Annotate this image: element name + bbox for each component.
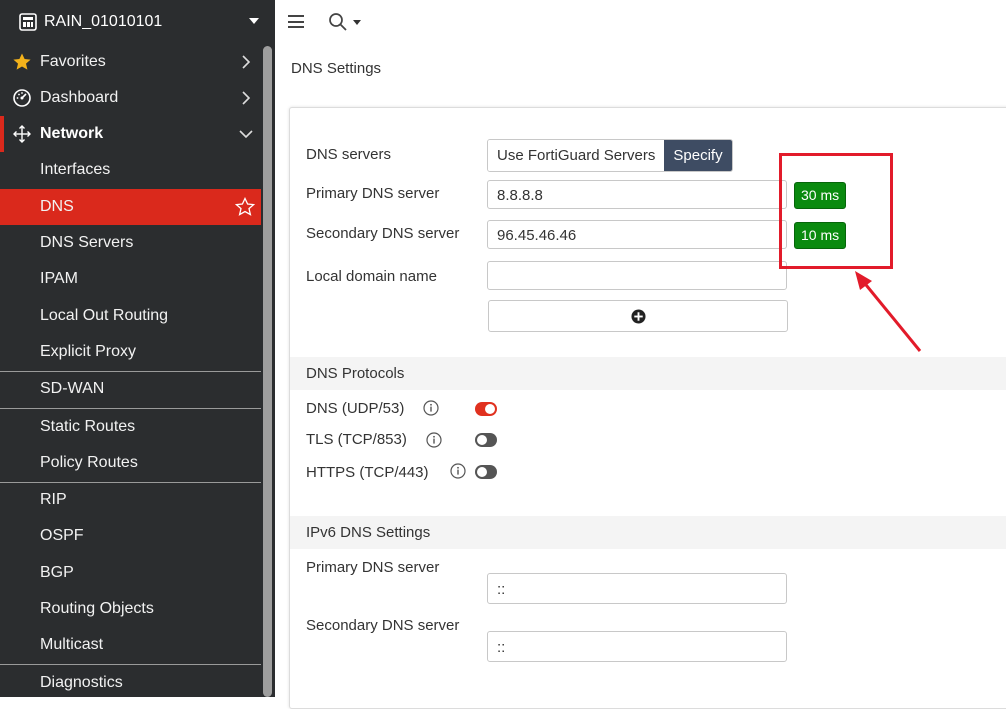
search-icon[interactable] bbox=[328, 12, 348, 32]
sidebar-item-label: Static Routes bbox=[40, 418, 136, 435]
sidebar-item-policy-routes[interactable]: Policy Routes bbox=[0, 445, 261, 481]
chevron-right-icon bbox=[242, 91, 251, 105]
sidebar-item-routing-objects[interactable]: Routing Objects bbox=[0, 591, 261, 627]
sidebar-item-label: Routing Objects bbox=[40, 600, 154, 617]
sidebar-item-favorites[interactable]: Favorites bbox=[0, 44, 261, 80]
sidebar-item-rip[interactable]: RIP bbox=[0, 482, 261, 518]
protocol-label-dns: DNS (UDP/53) bbox=[306, 400, 405, 417]
info-icon[interactable] bbox=[450, 463, 466, 479]
sidebar-item-label: DNS bbox=[40, 198, 74, 215]
section-title: DNS Protocols bbox=[306, 365, 405, 382]
device-name: RAIN_01010101 bbox=[44, 13, 163, 30]
section-title: IPv6 DNS Settings bbox=[306, 524, 431, 541]
secondary-dns-label: Secondary DNS server bbox=[306, 225, 460, 242]
info-icon[interactable] bbox=[426, 432, 442, 448]
sidebar-item-label: Favorites bbox=[40, 53, 106, 70]
chevron-down-icon bbox=[239, 130, 253, 139]
protocol-label-https: HTTPS (TCP/443) bbox=[306, 464, 429, 481]
sidebar-item-label: Local Out Routing bbox=[40, 307, 169, 324]
menu-toggle-icon[interactable] bbox=[288, 15, 304, 28]
ipv6-secondary-dns-input[interactable]: :: bbox=[487, 631, 787, 662]
page-title: DNS Settings bbox=[291, 60, 382, 77]
sidebar-item-multicast[interactable]: Multicast bbox=[0, 627, 261, 663]
dns-servers-label: DNS servers bbox=[306, 146, 392, 163]
device-selector[interactable]: RAIN_01010101 bbox=[0, 0, 275, 44]
star-icon bbox=[13, 53, 31, 70]
sidebar-item-interfaces[interactable]: Interfaces bbox=[0, 152, 261, 188]
local-domain-label: Local domain name bbox=[306, 268, 437, 285]
sidebar-item-ipam[interactable]: IPAM bbox=[0, 261, 261, 297]
sidebar: RAIN_01010101 Favorites Dashboard Networ… bbox=[0, 0, 275, 697]
ipv6-secondary-dns-label: Secondary DNS server bbox=[306, 617, 460, 634]
sidebar-item-ospf[interactable]: OSPF bbox=[0, 518, 261, 554]
ipv6-primary-dns-label: Primary DNS server bbox=[306, 559, 440, 576]
caret-down-icon[interactable] bbox=[249, 18, 259, 24]
ipv6-dns-section: IPv6 DNS Settings bbox=[290, 516, 1006, 549]
sidebar-item-sd-wan[interactable]: SD-WAN bbox=[0, 371, 261, 407]
dns-udp-toggle[interactable] bbox=[475, 402, 497, 416]
dashboard-icon bbox=[13, 89, 31, 107]
sidebar-scrollbar-thumb[interactable] bbox=[263, 46, 272, 697]
sidebar-item-dashboard[interactable]: Dashboard bbox=[0, 80, 261, 116]
sidebar-item-dns-servers[interactable]: DNS Servers bbox=[0, 225, 261, 261]
caret-down-icon[interactable] bbox=[353, 20, 361, 25]
sidebar-item-diagnostics[interactable]: Diagnostics bbox=[0, 665, 261, 697]
sidebar-item-label: SD-WAN bbox=[40, 380, 105, 397]
sidebar-item-label: Dashboard bbox=[40, 89, 119, 106]
favorite-star-icon[interactable] bbox=[235, 197, 255, 217]
sidebar-item-bgp[interactable]: BGP bbox=[0, 555, 261, 591]
sidebar-item-network[interactable]: Network bbox=[0, 116, 261, 152]
dns-servers-toggle: Use FortiGuard Servers Specify bbox=[487, 139, 733, 172]
local-domain-input[interactable] bbox=[487, 261, 787, 290]
sidebar-item-label: IPAM bbox=[40, 270, 78, 287]
annotation-arrow-icon bbox=[855, 271, 922, 352]
ipv6-primary-dns-input[interactable]: :: bbox=[487, 573, 787, 604]
sidebar-item-dns[interactable]: DNS bbox=[0, 189, 261, 225]
top-bar bbox=[275, 0, 1006, 44]
sidebar-item-label: Multicast bbox=[40, 636, 104, 653]
annotation-highlight-box bbox=[779, 153, 893, 269]
sidebar-item-label: Network bbox=[40, 125, 104, 142]
sidebar-item-label: DNS Servers bbox=[40, 234, 134, 251]
dns-protocols-section: DNS Protocols bbox=[290, 357, 1006, 390]
sidebar-item-local-out-routing[interactable]: Local Out Routing bbox=[0, 298, 261, 334]
sidebar-item-label: OSPF bbox=[40, 527, 84, 544]
protocol-label-tls: TLS (TCP/853) bbox=[306, 431, 407, 448]
chevron-right-icon bbox=[242, 55, 251, 69]
secondary-dns-input[interactable]: 96.45.46.46 bbox=[487, 220, 787, 249]
https-toggle[interactable] bbox=[475, 465, 497, 479]
sidebar-item-label: BGP bbox=[40, 564, 74, 581]
sidebar-item-explicit-proxy[interactable]: Explicit Proxy bbox=[0, 334, 261, 370]
sidebar-item-label: Diagnostics bbox=[40, 674, 123, 691]
primary-dns-label: Primary DNS server bbox=[306, 185, 440, 202]
info-icon[interactable] bbox=[423, 400, 439, 416]
sidebar-item-label: RIP bbox=[40, 491, 67, 508]
primary-dns-input[interactable]: 8.8.8.8 bbox=[487, 180, 787, 209]
sidebar-item-static-routes[interactable]: Static Routes bbox=[0, 409, 261, 445]
add-domain-button[interactable] bbox=[488, 300, 788, 332]
tls-toggle[interactable] bbox=[475, 433, 497, 447]
fortigate-device-icon bbox=[19, 13, 37, 31]
sidebar-item-label: Explicit Proxy bbox=[40, 343, 137, 360]
use-fortiguard-servers-option[interactable]: Use FortiGuard Servers bbox=[488, 140, 665, 171]
sidebar-item-label: Interfaces bbox=[40, 161, 111, 178]
sidebar-item-label: Policy Routes bbox=[40, 454, 138, 471]
specify-option[interactable]: Specify bbox=[664, 140, 732, 171]
plus-circle-icon bbox=[631, 309, 646, 324]
network-icon bbox=[13, 125, 31, 143]
